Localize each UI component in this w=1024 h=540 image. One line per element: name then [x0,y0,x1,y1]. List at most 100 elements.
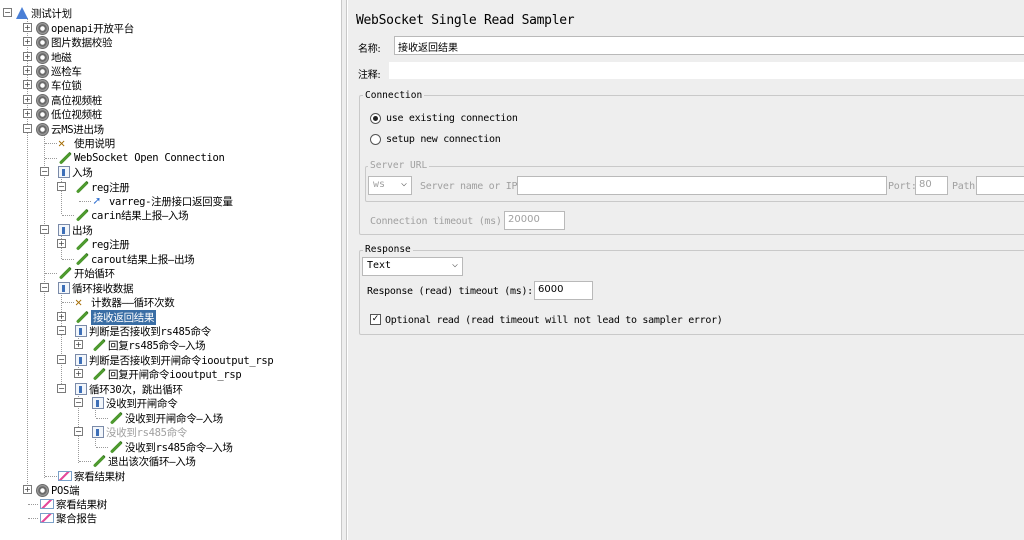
tree-node-image-check[interactable]: 图片数据校验 [36,35,113,49]
tree-node-low-video[interactable]: 低位视频桩 [36,107,102,121]
tree-node-exit-loop[interactable]: 退出该次循环—入场 [92,454,196,468]
expand-toggle[interactable]: + [57,239,66,248]
expand-toggle[interactable]: + [23,52,32,61]
tree-node-label: reg注册 [91,238,130,251]
port-input[interactable]: 80 [915,176,948,195]
collapse-toggle[interactable]: − [74,427,83,436]
collapse-toggle[interactable]: − [57,326,66,335]
name-input[interactable]: 接收返回结果 [394,36,1024,55]
tree-node-label: 判断是否接收到rs485命令 [89,325,211,338]
expand-toggle[interactable]: + [23,23,32,32]
expand-toggle[interactable]: + [74,340,83,349]
tree-node-varreg[interactable]: ➚ varreg-注册接口返回变量 [93,194,233,208]
tree-node-ws-open[interactable]: WebSocket Open Connection [58,151,225,165]
collapse-toggle[interactable]: − [40,167,49,176]
tree-node-receive-result[interactable]: 接收返回结果 [75,309,157,325]
gear-icon [36,122,49,136]
tools-icon: ✕ [75,294,82,309]
expand-toggle[interactable]: + [23,95,32,104]
tree-node-reg-2[interactable]: reg注册 [75,237,130,251]
tree-node-root[interactable]: 测试计划 [15,6,72,20]
tree-node-no-open-cmd[interactable]: 没收到开闸命令 [92,396,178,410]
gear-icon [36,107,49,121]
tree-node-label: 察看结果树 [56,498,107,511]
tools-icon: ✕ [58,135,65,150]
connection-timeout-input[interactable]: 20000 [504,211,565,230]
response-type-select[interactable]: Text ⌵ [362,257,463,276]
use-existing-connection-radio[interactable] [370,113,381,124]
tree-node-if-rs485[interactable]: 判断是否接收到rs485命令 [75,324,211,338]
collapse-toggle[interactable]: − [74,398,83,407]
expand-toggle[interactable]: + [57,312,66,321]
expand-toggle[interactable]: + [23,485,32,494]
tree-node-loop30[interactable]: 循环30次，跳出循环 [75,382,183,396]
tree-node-instructions[interactable]: ✕ 使用说明 [58,136,115,150]
tree-node-entry[interactable]: 入场 [58,165,93,179]
comment-input[interactable] [388,61,1024,80]
expand-toggle[interactable]: + [74,369,83,378]
setup-new-connection-label[interactable]: setup new connection [386,134,501,145]
tree-node-label: reg注册 [91,181,130,194]
tree-node-counter[interactable]: ✕ 计数器——循环次数 [75,294,175,309]
protocol-select[interactable]: ws ⌵ [368,176,412,195]
tree-node-label: 出场 [72,224,93,237]
pen-icon [92,454,106,468]
collapse-toggle[interactable]: − [23,124,32,133]
tree-node-result-tree[interactable]: 察看结果树 [58,469,125,483]
tree-node-start-loop[interactable]: 开始循环 [58,266,115,280]
collapse-toggle[interactable]: − [40,283,49,292]
setup-new-connection-radio[interactable] [370,134,381,145]
tree-node-cloud-ms[interactable]: 云MS进出场 [36,122,104,136]
tree-node-aggregate-report[interactable]: 聚合报告 [40,511,97,525]
tree-node-label: varreg-注册接口返回变量 [109,195,233,208]
tree-node-carout[interactable]: carout结果上报—出场 [75,252,195,266]
tree-node-reply-rs485[interactable]: 回复rs485命令—入场 [92,338,206,352]
expand-toggle[interactable]: + [23,66,32,75]
controller-icon [58,166,70,178]
path-input[interactable] [976,176,1024,195]
optional-read-label[interactable]: Optional read (read timeout will not lea… [385,315,723,326]
split-pane-divider[interactable] [342,0,347,540]
server-input[interactable] [517,176,887,195]
tree-node-label: 聚合报告 [56,512,97,525]
collapse-toggle-root[interactable]: − [3,8,12,17]
pen-icon [92,338,106,352]
tree-node-high-video[interactable]: 高位视频桩 [36,93,102,107]
tree-node-label: 图片数据校验 [51,36,113,49]
expand-toggle[interactable]: + [23,80,32,89]
tree-node-label: 察看结果树 [74,470,125,483]
tree-node-parking-lock[interactable]: 车位锁 [36,78,82,92]
collapse-toggle[interactable]: − [40,225,49,234]
tree-node-exit[interactable]: 出场 [58,223,93,237]
read-timeout-input[interactable]: 6000 [534,281,593,300]
test-plan-tree[interactable]: − 测试计划 + openapi开放平台 + 图片数据校验 + 地磁 + 巡检车… [0,0,342,540]
expand-toggle[interactable]: + [23,37,32,46]
tree-node-result-tree-2[interactable]: 察看结果树 [40,497,107,511]
collapse-toggle[interactable]: − [57,182,66,191]
tree-node-no-rs485[interactable]: 没收到rs485命令 [92,425,187,439]
tree-node-loop-receive[interactable]: 循环接收数据 [58,281,134,295]
expand-toggle[interactable]: + [23,109,32,118]
chart-icon [40,499,54,509]
tree-node-no-rs485-entry[interactable]: 没收到rs485命令—入场 [109,440,233,454]
optional-read-checkbox[interactable]: ✓ [370,314,381,325]
tree-node-openapi[interactable]: openapi开放平台 [36,21,134,35]
tree-node-carin[interactable]: carin结果上报—入场 [75,208,189,222]
connection-timeout-label: Connection timeout (ms): [370,216,508,227]
controller-icon [92,426,104,438]
tree-node-label: 使用说明 [74,137,115,150]
tree-node-label: POS端 [51,484,80,497]
chevron-down-icon: ⌵ [400,178,407,189]
tree-node-label: openapi开放平台 [51,22,134,35]
tree-node-reg[interactable]: reg注册 [75,180,130,194]
tree-node-no-open-cmd-entry[interactable]: 没收到开闸命令—入场 [109,411,223,425]
tree-node-if-iooutput[interactable]: 判断是否接收到开闸命令iooutput_rsp [75,353,274,367]
tree-node-geomagnetic[interactable]: 地磁 [36,50,72,64]
collapse-toggle[interactable]: − [57,355,66,364]
use-existing-connection-label[interactable]: use existing connection [386,113,518,124]
tree-node-reply-iooutput[interactable]: 回复开闸命令iooutput_rsp [92,367,242,381]
tree-node-patrol-car[interactable]: 巡检车 [36,64,82,78]
tree-node-pos[interactable]: POS端 [36,483,80,497]
collapse-toggle[interactable]: − [57,384,66,393]
panel-title: WebSocket Single Read Sampler [356,13,575,28]
